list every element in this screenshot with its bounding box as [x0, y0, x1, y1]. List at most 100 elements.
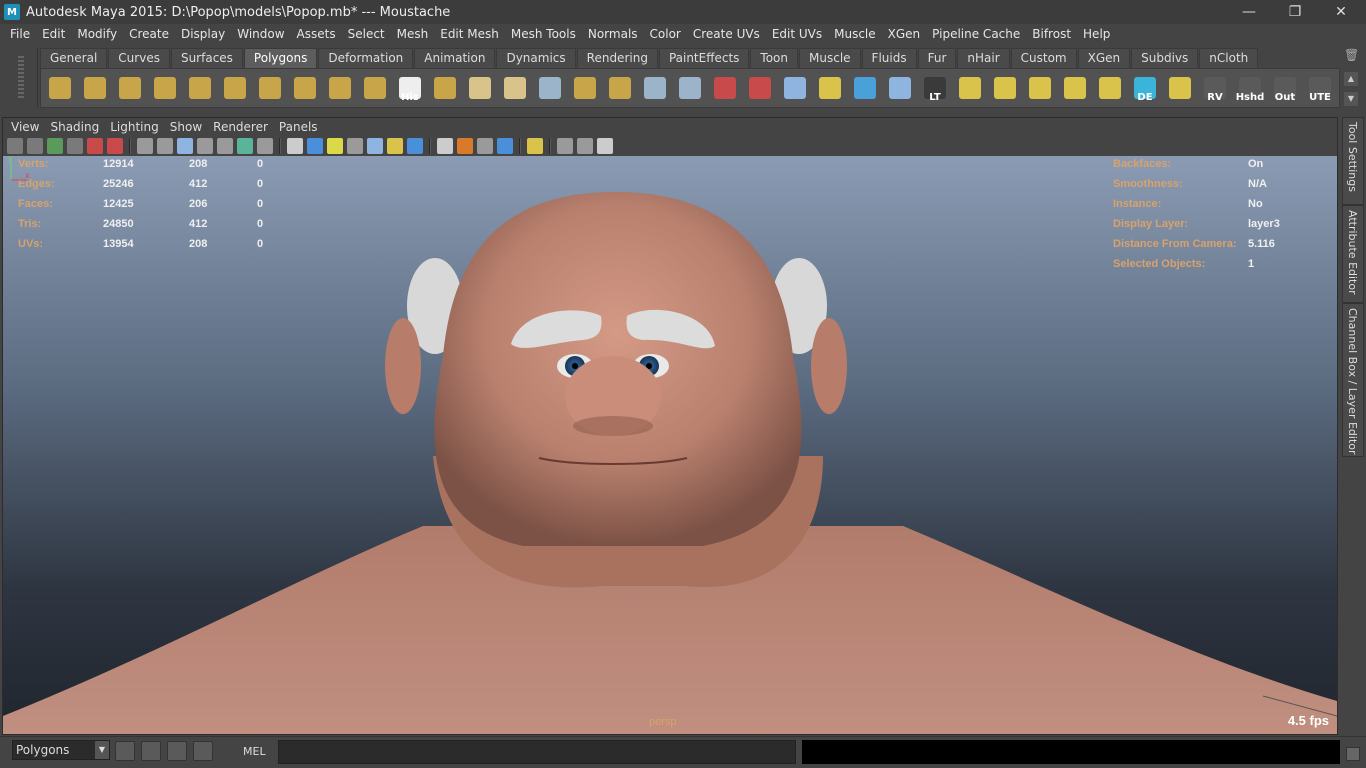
menu-mesh[interactable]: Mesh — [391, 24, 435, 44]
shelf-tab-custom[interactable]: Custom — [1010, 48, 1077, 68]
poly-sphere-icon[interactable] — [45, 73, 75, 103]
separate-icon[interactable] — [465, 73, 495, 103]
menu-modify[interactable]: Modify — [71, 24, 123, 44]
menu-file[interactable]: File — [4, 24, 36, 44]
shelf-handle[interactable] — [4, 48, 38, 108]
panel-tool-2-4-icon[interactable] — [367, 138, 383, 154]
uv-layout-icon[interactable] — [955, 73, 985, 103]
panel-tool-1-0-icon[interactable] — [137, 138, 153, 154]
script-editor-icon[interactable] — [141, 741, 161, 761]
panel-tool-3-2-icon[interactable] — [477, 138, 493, 154]
shelf-tab-general[interactable]: General — [40, 48, 108, 68]
panel-tool-2-3-icon[interactable] — [347, 138, 363, 154]
panel-tool-1-4-icon[interactable] — [217, 138, 233, 154]
panel-tool-2-5-icon[interactable] — [387, 138, 403, 154]
panel-tool-5-1-icon[interactable] — [577, 138, 593, 154]
poly-pipe-icon[interactable] — [290, 73, 320, 103]
panel-tool-2-1-icon[interactable] — [307, 138, 323, 154]
scroll-up-icon[interactable]: ▲ — [1344, 72, 1358, 86]
panel-tool-2-6-icon[interactable] — [407, 138, 423, 154]
panel-tool-2-2-icon[interactable] — [327, 138, 343, 154]
panel-menu-renderer[interactable]: Renderer — [209, 120, 275, 134]
poly-cone-icon[interactable] — [150, 73, 180, 103]
panel-menu-lighting[interactable]: Lighting — [106, 120, 166, 134]
menu-create-uvs[interactable]: Create UVs — [687, 24, 766, 44]
manipulator-icon[interactable] — [850, 73, 880, 103]
shelf-tab-xgen[interactable]: XGen — [1077, 48, 1131, 68]
outliner-icon[interactable] — [167, 741, 187, 761]
shelf-tab-painteffects[interactable]: PaintEffects — [658, 48, 750, 68]
uv-sew-icon[interactable] — [1025, 73, 1055, 103]
panel-tool-2-0-icon[interactable] — [287, 138, 303, 154]
panel-tool-1-5-icon[interactable] — [237, 138, 253, 154]
shelf-tab-subdivs[interactable]: Subdivs — [1131, 48, 1199, 68]
panel-tool-3-3-icon[interactable] — [497, 138, 513, 154]
panel-tool-5-2-icon[interactable] — [597, 138, 613, 154]
snap-target-icon[interactable] — [815, 73, 845, 103]
shelf-tab-deformation[interactable]: Deformation — [318, 48, 414, 68]
menu-create[interactable]: Create — [123, 24, 175, 44]
panel-tool-1-1-icon[interactable] — [157, 138, 173, 154]
maximize-button[interactable]: ❐ — [1272, 0, 1318, 24]
lt-icon[interactable]: LT — [920, 73, 950, 103]
rv-icon[interactable]: RV — [1200, 73, 1230, 103]
shelf-scroll[interactable]: ▲ ▼ — [1344, 72, 1358, 106]
scroll-down-icon[interactable]: ▼ — [1344, 92, 1358, 106]
poly-soccerball-icon[interactable] — [360, 73, 390, 103]
uv-cut-icon[interactable] — [990, 73, 1020, 103]
shelf-tab-animation[interactable]: Animation — [414, 48, 496, 68]
trash-icon[interactable]: 🗑 — [1344, 48, 1359, 62]
menu-normals[interactable]: Normals — [582, 24, 644, 44]
panel-tool-0-3-icon[interactable] — [67, 138, 83, 154]
light-de-icon[interactable]: DE — [1130, 73, 1160, 103]
chevron-down-icon[interactable]: ▼ — [95, 741, 109, 759]
panel-menu-view[interactable]: View — [7, 120, 46, 134]
fill-hole-icon[interactable] — [605, 73, 635, 103]
insert-edge-loop-icon[interactable] — [675, 73, 705, 103]
menu-bifrost[interactable]: Bifrost — [1026, 24, 1077, 44]
wireframe-cube-icon[interactable] — [780, 73, 810, 103]
tab-tool-settings[interactable]: Tool Settings — [1342, 117, 1364, 205]
menu-edit-uvs[interactable]: Edit UVs — [766, 24, 828, 44]
shelf-tab-surfaces[interactable]: Surfaces — [170, 48, 243, 68]
paint-icon[interactable] — [745, 73, 775, 103]
shelf-tab-rendering[interactable]: Rendering — [576, 48, 658, 68]
minimize-button[interactable]: — — [1226, 0, 1272, 24]
menu-assets[interactable]: Assets — [291, 24, 342, 44]
object-tool-icon[interactable] — [885, 73, 915, 103]
menu-xgen[interactable]: XGen — [882, 24, 927, 44]
menu-set-select[interactable]: Polygons ▼ — [12, 740, 110, 760]
panel-tool-0-0-icon[interactable] — [7, 138, 23, 154]
menu-muscle[interactable]: Muscle — [828, 24, 882, 44]
uv-grid-icon[interactable] — [1165, 73, 1195, 103]
out-icon[interactable]: Out — [1270, 73, 1300, 103]
shelf-tab-nhair[interactable]: nHair — [957, 48, 1010, 68]
poly-helix-icon[interactable] — [325, 73, 355, 103]
hshd-icon[interactable]: Hshd — [1235, 73, 1265, 103]
panel-tool-5-0-icon[interactable] — [557, 138, 573, 154]
poly-cylinder-icon[interactable] — [115, 73, 145, 103]
close-button[interactable]: ✕ — [1318, 0, 1364, 24]
menu-help[interactable]: Help — [1077, 24, 1116, 44]
menu-mesh-tools[interactable]: Mesh Tools — [505, 24, 582, 44]
panel-tool-1-2-icon[interactable] — [177, 138, 193, 154]
panel-tool-1-3-icon[interactable] — [197, 138, 213, 154]
panel-tool-1-6-icon[interactable] — [257, 138, 273, 154]
shelf-tab-fluids[interactable]: Fluids — [861, 48, 917, 68]
tab-attribute-editor[interactable]: Attribute Editor — [1342, 205, 1364, 303]
snap-icon[interactable] — [115, 741, 135, 761]
shelf-tab-ncloth[interactable]: nCloth — [1199, 48, 1259, 68]
panel-tool-0-2-icon[interactable] — [47, 138, 63, 154]
menu-edit-mesh[interactable]: Edit Mesh — [434, 24, 505, 44]
shelf-tab-polygons[interactable]: Polygons — [243, 48, 318, 68]
combine-icon[interactable] — [430, 73, 460, 103]
panel-tool-0-4-icon[interactable] — [87, 138, 103, 154]
history-icon[interactable]: His — [395, 73, 425, 103]
extract-icon[interactable] — [500, 73, 530, 103]
panel-tool-4-0-icon[interactable] — [527, 138, 543, 154]
menu-display[interactable]: Display — [175, 24, 231, 44]
panel-tool-3-0-icon[interactable] — [437, 138, 453, 154]
split-icon[interactable] — [640, 73, 670, 103]
shelf-tab-fur[interactable]: Fur — [917, 48, 957, 68]
shelf-tab-muscle[interactable]: Muscle — [799, 48, 861, 68]
